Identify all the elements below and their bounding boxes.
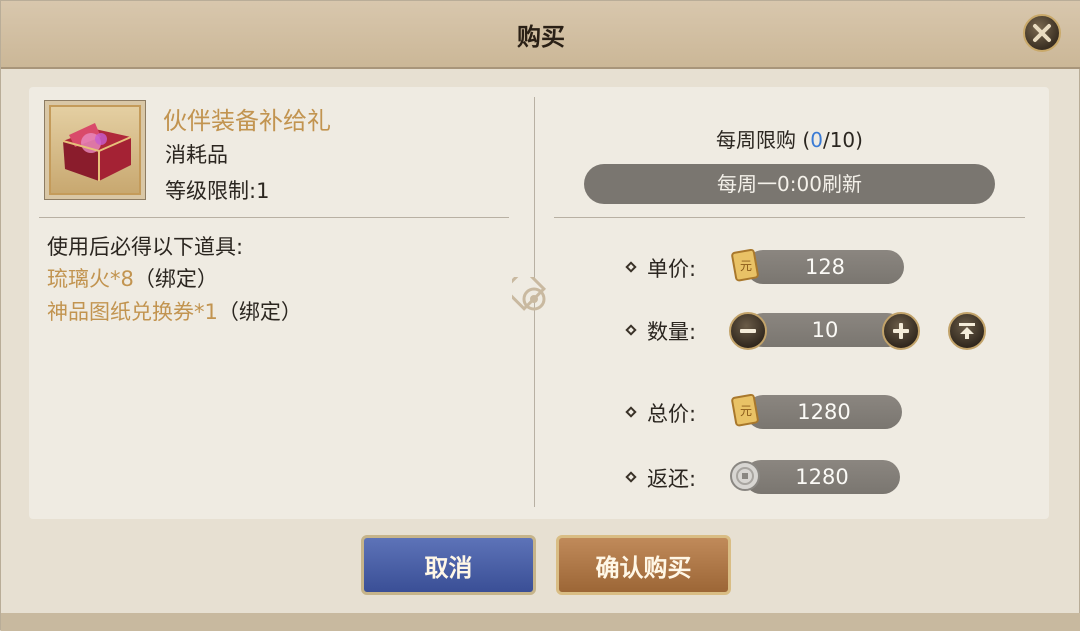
item-name: 伙伴装备补给礼 [163, 107, 331, 135]
gold-scroll-icon: 元 [731, 248, 759, 282]
total-price-label: 总价: [647, 402, 697, 426]
item-level-limit: 等级限制:1 [165, 179, 270, 203]
weekly-limit-suffix: /10) [822, 128, 863, 152]
weekly-limit-prefix: 每周限购 ( [716, 128, 811, 152]
weekly-limit-current: 0 [810, 128, 823, 152]
item-icon-frame [44, 100, 146, 200]
purchase-dialog: 购买 伙伴装备补给礼 消耗品 等级限制:1 使用后必得以下道具: 琉璃火*8（绑… [0, 0, 1080, 631]
rebate-label: 返还: [647, 467, 697, 491]
max-button[interactable] [948, 312, 986, 350]
rewards-heading: 使用后必得以下道具: [47, 235, 244, 259]
gold-scroll-icon: 元 [731, 393, 759, 427]
title-bar: 购买 [1, 1, 1080, 69]
reward-tag: （绑定） [217, 300, 302, 324]
silver-coin-icon [730, 461, 760, 491]
reward-name: 琉璃火*8 [47, 267, 134, 291]
plus-icon [893, 323, 909, 339]
bottom-border [1, 613, 1080, 631]
close-icon [1033, 24, 1051, 42]
cancel-button[interactable]: 取消 [361, 535, 536, 595]
unit-price-field: 128 [746, 250, 904, 284]
unit-price-label: 单价: [647, 257, 697, 281]
rebate-field: 1280 [744, 460, 900, 494]
quantity-label: 数量: [647, 320, 697, 344]
reward-item: 琉璃火*8（绑定） [47, 263, 218, 293]
treasure-chest-icon [62, 123, 132, 181]
minus-icon [740, 329, 756, 333]
increase-button[interactable] [882, 312, 920, 350]
reward-item: 神品图纸兑换券*1（绑定） [47, 296, 302, 326]
right-divider [554, 217, 1025, 218]
weekly-limit: 每周限购 (0/10) [554, 124, 1025, 153]
dialog-title: 购买 [517, 23, 565, 51]
total-price-field: 1280 [746, 395, 902, 429]
reward-tag: （绑定） [133, 267, 218, 291]
decrease-button[interactable] [729, 312, 767, 350]
item-type: 消耗品 [165, 143, 228, 167]
confirm-purchase-button[interactable]: 确认购买 [556, 535, 731, 595]
max-icon [959, 323, 975, 339]
refresh-notice: 每周一0:00刷新 [584, 164, 995, 204]
close-button[interactable] [1023, 14, 1061, 52]
quantity-input[interactable]: 10 [746, 313, 904, 347]
left-divider [39, 217, 509, 218]
reward-name: 神品图纸兑换券*1 [47, 300, 218, 324]
svg-text:元: 元 [740, 404, 752, 418]
ornament-icon [512, 277, 547, 311]
svg-text:元: 元 [740, 259, 752, 273]
